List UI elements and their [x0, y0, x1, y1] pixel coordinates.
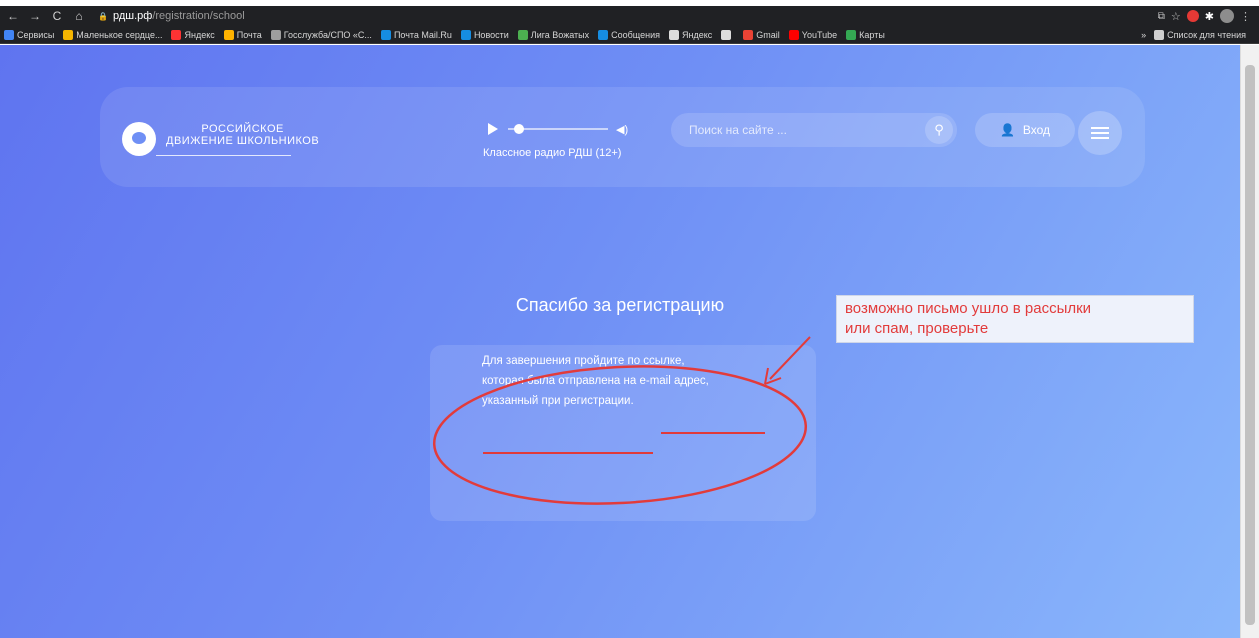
annotation-circle: [432, 365, 808, 505]
annotation-arrow-line: [769, 336, 811, 380]
annotation-note-line-1: возможно письмо ушло в рассылки: [845, 300, 1092, 317]
scrollbar-thumb[interactable]: [1245, 65, 1255, 625]
annotation-note-line-2: или спам, проверьте: [845, 320, 989, 337]
page-scrollbar[interactable]: [1240, 45, 1259, 638]
annotation-note: возможно письмо ушло в рассылки или спам…: [836, 295, 1194, 343]
